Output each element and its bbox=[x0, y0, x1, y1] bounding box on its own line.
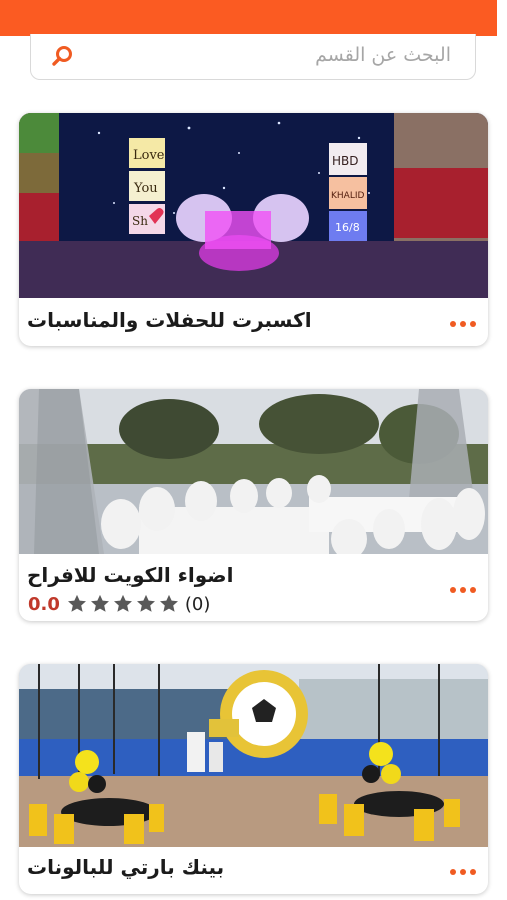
rating-stars bbox=[66, 593, 180, 615]
listing-title: اكسبرت للحفلات والمناسبات bbox=[27, 308, 312, 332]
star-icon bbox=[67, 594, 86, 612]
more-dots-icon[interactable] bbox=[446, 584, 476, 596]
star-icon bbox=[136, 594, 155, 612]
rating-count: (0) bbox=[184, 593, 211, 615]
listing-photo[interactable] bbox=[19, 389, 488, 554]
listing-photo[interactable]: Love You Sh HBD KHALID 16/8 bbox=[19, 113, 488, 298]
star-icon bbox=[90, 594, 109, 612]
photo-text: HBD bbox=[332, 154, 359, 168]
listing-title: بينك بارتي للبالونات bbox=[27, 855, 225, 879]
search-icon[interactable] bbox=[51, 44, 75, 68]
listing-card[interactable]: Love You Sh HBD KHALID 16/8 اكسبرت للحفل… bbox=[19, 113, 488, 346]
search-input[interactable] bbox=[91, 40, 451, 70]
rating-score: 0.0 bbox=[28, 593, 60, 615]
listing-card[interactable]: بينك بارتي للبالونات bbox=[19, 664, 488, 894]
star-icon bbox=[113, 594, 132, 612]
listing-card[interactable]: اضواء الكويت للافراح 0.0 (0) bbox=[19, 389, 488, 621]
photo-text: Sh bbox=[132, 214, 148, 228]
top-app-bar bbox=[0, 0, 497, 36]
photo-text: KHALID bbox=[331, 191, 364, 201]
search-bar[interactable] bbox=[30, 34, 476, 80]
photo-text: Love bbox=[133, 148, 165, 163]
star-icon bbox=[159, 594, 178, 612]
more-dots-icon[interactable] bbox=[446, 318, 476, 330]
more-dots-icon[interactable] bbox=[446, 866, 476, 878]
photo-text: 16/8 bbox=[335, 221, 360, 234]
listing-photo[interactable] bbox=[19, 664, 488, 847]
rating: 0.0 (0) bbox=[28, 593, 210, 615]
listing-title: اضواء الكويت للافراح bbox=[27, 563, 234, 587]
photo-text: You bbox=[133, 181, 158, 196]
